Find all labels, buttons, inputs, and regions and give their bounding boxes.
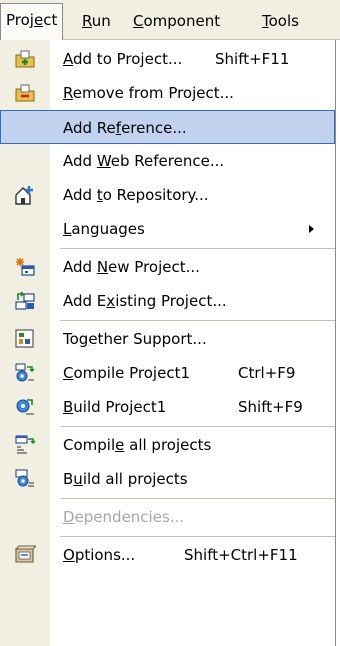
- menu-separator: [60, 426, 335, 427]
- menu-item-label: Remove from Project...: [63, 84, 234, 102]
- menu-item-compile-project[interactable]: Compile Project1 Ctrl+F9: [0, 356, 335, 390]
- menu-item-shortcut: Shift+F11: [215, 50, 290, 68]
- menu-item-add-existing-project[interactable]: Add Existing Project...: [0, 284, 335, 318]
- menu-item-add-to-project[interactable]: Add to Project... Shift+F11: [0, 42, 335, 76]
- menu-separator: [60, 248, 335, 249]
- submenu-arrow-icon: [309, 225, 314, 233]
- menu-run-label: Run: [82, 12, 111, 30]
- menu-item-add-web-reference[interactable]: Add Web Reference...: [0, 144, 335, 178]
- menu-run[interactable]: Run: [77, 9, 116, 33]
- menu-item-label: Options...: [63, 546, 136, 564]
- menu-item-label: Together Support...: [63, 330, 207, 348]
- menu-item-label: Add Reference...: [63, 119, 187, 137]
- menu-item-compile-all-projects[interactable]: Compile all projects: [0, 428, 335, 462]
- menu-item-build-project[interactable]: Build Project1 Shift+F9: [0, 390, 335, 424]
- menu-item-label: Dependencies...: [63, 508, 185, 526]
- menu-item-add-new-project[interactable]: Add New Project...: [0, 250, 335, 284]
- menu-item-build-all-projects[interactable]: Build all projects: [0, 462, 335, 496]
- menu-item-label: Compile Project1: [63, 364, 190, 382]
- add-to-project-icon: [15, 50, 35, 68]
- menu-item-label: Build all projects: [63, 470, 188, 488]
- menu-project[interactable]: Project: [0, 3, 64, 40]
- menu-component[interactable]: Component: [128, 9, 225, 33]
- compile-icon: [15, 363, 35, 382]
- menu-item-shortcut: Shift+F9: [238, 398, 303, 416]
- menu-tools[interactable]: Tools: [257, 9, 304, 33]
- menu-item-languages[interactable]: Languages: [0, 212, 335, 246]
- existing-project-icon: [15, 291, 35, 310]
- menu-item-label: Add Existing Project...: [63, 292, 227, 310]
- options-icon: [14, 545, 36, 563]
- menu-tools-label: Tools: [262, 12, 299, 30]
- build-icon: [16, 399, 34, 415]
- menu-item-label: Compile all projects: [63, 436, 212, 454]
- menu-separator: [60, 320, 335, 321]
- menu-item-label: Build Project1: [63, 398, 167, 416]
- menu-item-label: Add New Project...: [63, 258, 200, 276]
- repository-icon: [15, 186, 33, 205]
- menu-bar: Project Run Component Tools: [0, 0, 340, 40]
- menu-item-add-reference[interactable]: Add Reference...: [0, 110, 335, 144]
- compile-all-icon: [15, 435, 36, 454]
- menu-item-label: Add to Repository...: [63, 186, 209, 204]
- menu-project-label: Project: [6, 11, 58, 29]
- menu-item-shortcut: Shift+Ctrl+F11: [184, 546, 298, 564]
- together-support-icon: [15, 329, 34, 348]
- menu-separator: [60, 498, 335, 499]
- menu-item-label: Add Web Reference...: [63, 152, 225, 170]
- menu-item-shortcut: Ctrl+F9: [238, 364, 296, 382]
- menu-item-add-to-repository[interactable]: Add to Repository...: [0, 178, 335, 212]
- menu-item-dependencies: Dependencies...: [0, 500, 335, 534]
- build-all-icon: [15, 469, 34, 487]
- project-dropdown-menu: Add to Project... Shift+F11 Remove from …: [0, 40, 336, 646]
- menu-item-remove-from-project[interactable]: Remove from Project...: [0, 76, 335, 110]
- menu-item-label: Languages: [63, 220, 145, 238]
- new-project-icon: [16, 258, 35, 276]
- menu-item-options[interactable]: Options... Shift+Ctrl+F11: [0, 538, 335, 572]
- menu-item-label: Add to Project...: [63, 50, 183, 68]
- menu-component-label: Component: [133, 12, 221, 30]
- menu-separator: [60, 536, 335, 537]
- remove-from-project-icon: [15, 84, 35, 102]
- menu-item-together-support[interactable]: Together Support...: [0, 322, 335, 356]
